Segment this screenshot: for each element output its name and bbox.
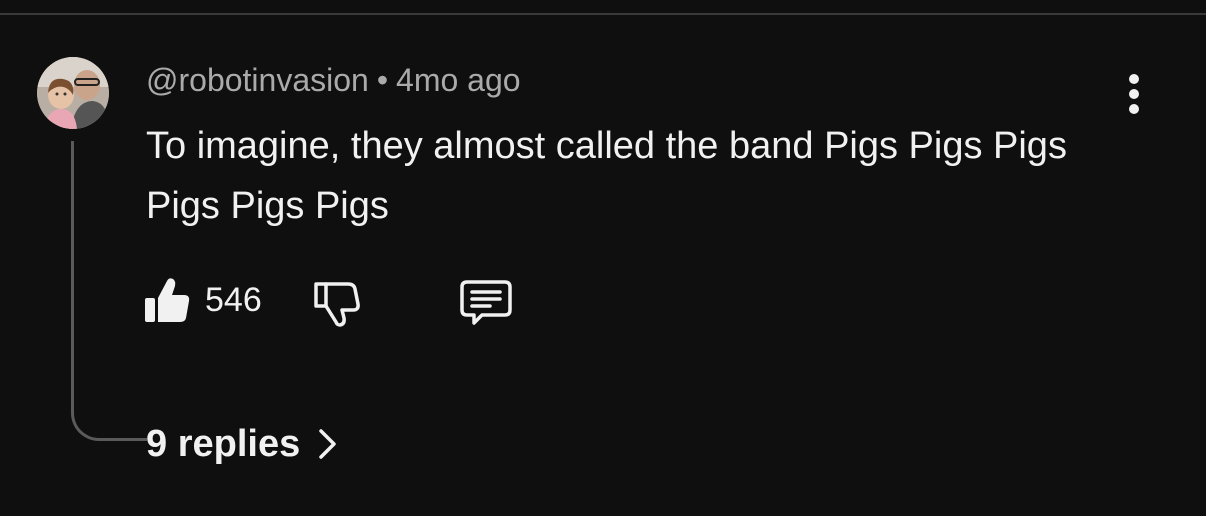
dislike-button[interactable] [312,276,362,328]
meta-separator: • [376,62,389,98]
like-button[interactable] [144,276,190,324]
menu-dot [1129,74,1139,84]
reply-button[interactable] [458,276,514,328]
avatar-image [37,57,109,129]
thumbs-down-outline-icon [314,282,360,327]
menu-dot [1129,89,1139,99]
replies-label: 9 replies [146,423,301,465]
avatar[interactable] [37,57,109,129]
comment-timestamp[interactable]: 4mo ago [396,62,521,98]
view-replies-button[interactable]: 9 replies [146,420,340,468]
comment-bubble-icon [460,280,512,325]
author-handle[interactable]: @robotinvasion [146,62,369,98]
thumbs-up-filled-icon [145,278,190,322]
chevron-right-icon [319,429,336,459]
menu-dot [1129,104,1139,114]
more-vertical-icon[interactable] [1116,70,1152,118]
comment-text: To imagine, they almost called the band … [146,125,1067,227]
comment-header: @robotinvasion • 4mo ago [146,60,521,100]
thread-connector-line [71,141,147,441]
comment-thread: @robotinvasion • 4mo ago To imagine, they … [0,0,1206,516]
like-count: 546 [205,281,262,319]
